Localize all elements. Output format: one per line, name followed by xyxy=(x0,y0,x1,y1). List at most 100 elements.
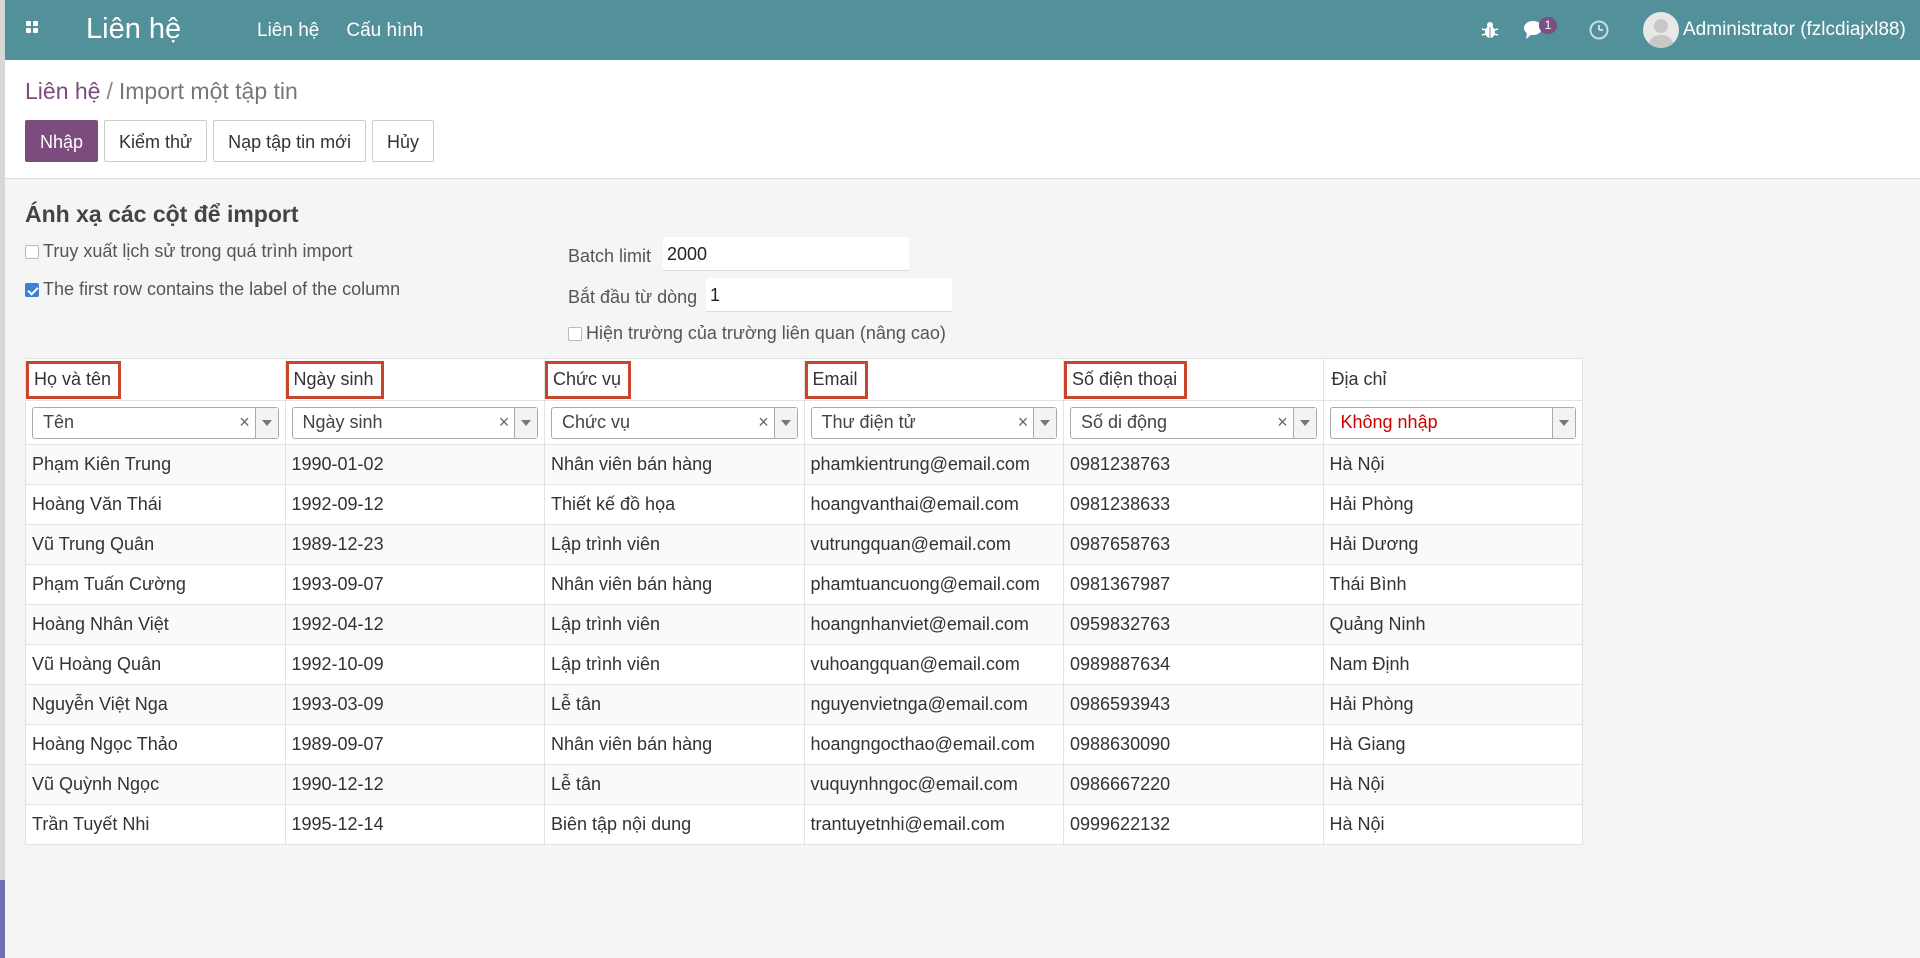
table-cell: nguyenvietnga@email.com xyxy=(803,684,1064,725)
table-cell: 1989-09-07 xyxy=(284,724,545,765)
field-mapping-select[interactable]: Số di động × xyxy=(1070,406,1317,439)
first-row-checkbox[interactable] xyxy=(25,282,39,297)
import-button[interactable]: Nhập xyxy=(25,120,99,162)
table-cell: Nhân viên bán hàng xyxy=(544,724,805,765)
column-header-row: Họ và tên Ngày sinh Chức vụ Email Số điệ… xyxy=(25,358,1583,401)
table-cell: trantuyetnhi@email.com xyxy=(803,804,1064,845)
field-mapping-cell: Ngày sinh × xyxy=(284,400,545,445)
table-cell: Lễ tân xyxy=(544,764,805,805)
chevron-down-icon[interactable] xyxy=(1292,407,1316,438)
show-relational-label: Hiện trường của trường liên quan (nâng c… xyxy=(586,323,946,343)
table-cell: Hà Giang xyxy=(1322,724,1583,765)
table-cell: Nhân viên bán hàng xyxy=(544,564,805,605)
field-mapping-cell: Thư điện tử × xyxy=(803,400,1064,445)
table-cell: 1990-01-02 xyxy=(284,444,545,485)
table-cell: 1990-12-12 xyxy=(284,764,545,805)
table-cell: vutrungquan@email.com xyxy=(803,524,1064,565)
table-cell: Thái Bình xyxy=(1322,564,1583,605)
clear-icon[interactable]: × xyxy=(1273,412,1293,433)
table-cell: hoangnhanviet@email.com xyxy=(803,604,1064,645)
table-cell: Lập trình viên xyxy=(544,644,805,685)
field-mapping-select[interactable]: Chức vụ × xyxy=(551,406,798,439)
field-mapping-cell: Chức vụ × xyxy=(544,400,805,445)
column-header-label: Email xyxy=(804,360,868,399)
column-header-label: Họ và tên xyxy=(26,360,122,399)
table-cell: 1992-10-09 xyxy=(284,644,545,685)
app-title: Liên hệ xyxy=(86,13,182,45)
track-history-label: Truy xuất lịch sử trong quá trình import xyxy=(43,241,353,261)
import-content: Ánh xạ các cột để import Truy xuất lịch … xyxy=(5,179,1920,958)
table-cell: 1995-12-14 xyxy=(284,804,545,845)
bug-icon[interactable] xyxy=(1479,19,1501,41)
breadcrumb-parent[interactable]: Liên hệ xyxy=(25,78,100,104)
table-cell: Phạm Tuấn Cường xyxy=(25,564,286,605)
field-mapping-select[interactable]: Tên × xyxy=(32,406,279,439)
table-cell: vuhoangquan@email.com xyxy=(803,644,1064,685)
column-header-label: Ngày sinh xyxy=(285,360,384,399)
table-cell: phamkientrung@email.com xyxy=(803,444,1064,485)
field-mapping-value: Tên xyxy=(43,412,75,432)
batch-limit-input[interactable] xyxy=(663,237,909,271)
avatar[interactable] xyxy=(1643,12,1679,48)
table-cell: Lập trình viên xyxy=(544,524,805,565)
clear-icon[interactable]: × xyxy=(1013,412,1033,433)
field-mapping-value: Thư điện tử xyxy=(821,412,916,432)
table-body: Phạm Kiên Trung 1990-01-02 Nhân viên bán h… xyxy=(25,444,1583,845)
test-button[interactable]: Kiểm thử xyxy=(104,120,208,162)
clear-icon[interactable]: × xyxy=(494,412,514,433)
table-cell: 1989-12-23 xyxy=(284,524,545,565)
apps-icon[interactable] xyxy=(26,21,44,39)
table-row: Vũ Trung Quân 1989-12-23 Lập trình viên vut… xyxy=(25,524,1583,565)
field-mapping-select[interactable]: Ngày sinh × xyxy=(291,406,538,439)
field-mapping-value: Chức vụ xyxy=(562,412,631,432)
track-history-checkbox[interactable] xyxy=(25,244,39,259)
table-cell: 0981238633 xyxy=(1063,484,1324,525)
menu-item-contacts[interactable]: Liên hệ xyxy=(257,20,319,42)
table-cell: Thiết kế đồ họa xyxy=(544,484,805,525)
field-mapping-value: Ngày sinh xyxy=(302,412,383,432)
table-cell: 0986593943 xyxy=(1063,684,1324,725)
start-row-input[interactable] xyxy=(706,278,952,312)
table-cell: Lễ tân xyxy=(544,684,805,725)
import-preview-table: Họ và tên Ngày sinh Chức vụ Email Số điệ… xyxy=(25,358,1583,845)
table-row: Vũ Hoàng Quân 1992-10-09 Lập trình viên vuh… xyxy=(25,644,1583,685)
track-history-option[interactable]: Truy xuất lịch sử trong quá trình import xyxy=(25,241,353,262)
table-cell: Hà Nội xyxy=(1322,444,1583,485)
field-mapping-select[interactable]: Thư điện tử × xyxy=(810,406,1057,439)
clear-icon[interactable]: × xyxy=(235,412,255,433)
chevron-down-icon[interactable] xyxy=(514,407,537,438)
first-row-option[interactable]: The first row contains the label of the … xyxy=(25,279,400,300)
table-row: Phạm Tuấn Cường 1993-09-07 Nhân viên bán h… xyxy=(25,564,1583,605)
top-navbar: Liên hệ Liên hệ Cấu hình 1 Administrator… xyxy=(5,0,1920,60)
reload-file-button[interactable]: Nạp tập tin mới xyxy=(213,120,366,162)
table-cell: hoangngocthao@email.com xyxy=(803,724,1064,765)
column-header-label: Chức vụ xyxy=(545,360,632,399)
chevron-down-icon[interactable] xyxy=(1033,407,1056,438)
chevron-down-icon[interactable] xyxy=(1552,407,1575,438)
table-cell: Vũ Trung Quân xyxy=(25,524,286,565)
field-mapping-select[interactable]: Không nhập xyxy=(1329,406,1576,439)
clear-icon[interactable]: × xyxy=(754,412,774,433)
control-panel: Liên hệ / Import một tập tin Nhập Kiểm thử… xyxy=(5,60,1920,179)
cancel-button[interactable]: Hủy xyxy=(371,120,434,162)
chevron-down-icon[interactable] xyxy=(254,407,278,438)
table-cell: Nam Định xyxy=(1322,644,1583,685)
table-cell: Lập trình viên xyxy=(544,604,805,645)
section-title: Ánh xạ các cột để import xyxy=(25,201,299,227)
clock-icon[interactable] xyxy=(1588,19,1610,41)
user-menu[interactable]: Administrator (fzlcdiajxl88) xyxy=(1683,19,1906,41)
field-mapping-value: Không nhập xyxy=(1340,412,1438,432)
table-cell: Trần Tuyết Nhi xyxy=(25,804,286,845)
menu-item-configuration[interactable]: Cấu hình xyxy=(346,20,423,42)
table-cell: 1993-03-09 xyxy=(284,684,545,725)
table-cell: Nguyễn Việt Nga xyxy=(25,684,286,725)
table-cell: Hải Phòng xyxy=(1322,684,1583,725)
breadcrumb: Liên hệ / Import một tập tin xyxy=(25,78,298,105)
table-cell: Hải Dương xyxy=(1322,524,1583,565)
column-header-label: Địa chỉ xyxy=(1331,369,1387,389)
chevron-down-icon[interactable] xyxy=(773,407,797,438)
table-cell: Vũ Quỳnh Ngọc xyxy=(25,764,286,805)
table-cell: 0981367987 xyxy=(1063,564,1324,605)
show-relational-option[interactable]: Hiện trường của trường liên quan (nâng c… xyxy=(568,323,946,344)
show-relational-checkbox[interactable] xyxy=(568,326,582,341)
